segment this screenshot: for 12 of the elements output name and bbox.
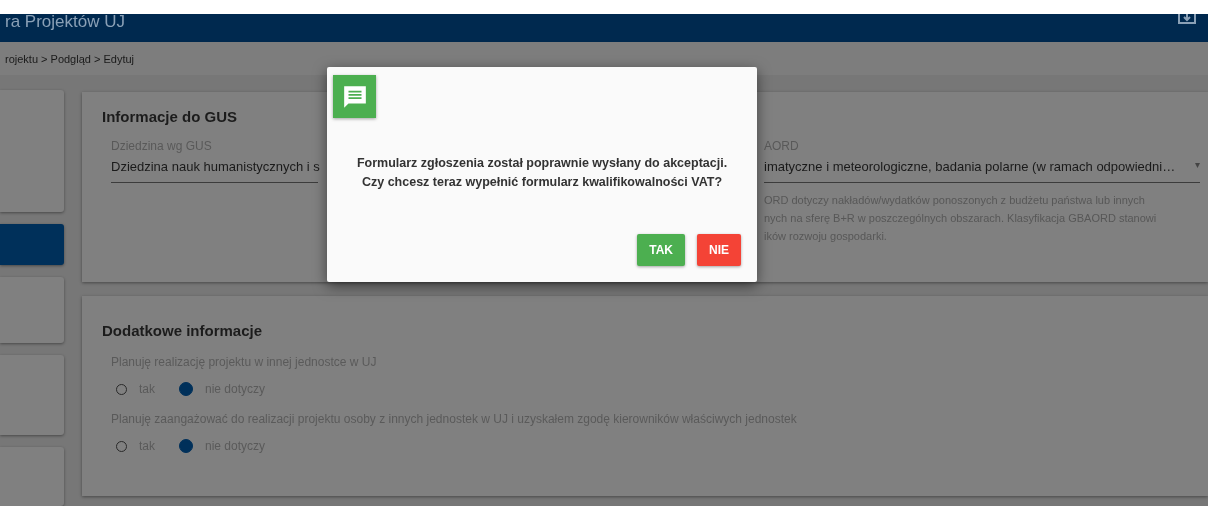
app-title: ra Projektów UJ: [5, 14, 125, 30]
breadcrumb: rojektu > Podgląd > Edytuj: [0, 42, 1208, 75]
select-field[interactable]: Dziedzina nauk humanistycznych i s: [111, 159, 318, 183]
radio-button[interactable]: [179, 382, 193, 396]
radio-button[interactable]: [179, 439, 193, 453]
message-icon: [333, 75, 376, 118]
confirm-button[interactable]: TAK: [637, 234, 685, 266]
select-field[interactable]: imatyczne i meteorologiczne, badania polarne (w ramach odpowiedni… ▾: [764, 159, 1200, 183]
dialog-message: Formularz zgłoszenia został poprawnie wysłany do akceptacji. Czy chcesz teraz wypełnić formularz kwalifikowalności VAT?: [355, 155, 729, 191]
cancel-button[interactable]: NIE: [697, 234, 741, 266]
card-title: Informacje do GUS: [102, 108, 239, 125]
card-title: Dodatkowe informacje: [102, 322, 264, 339]
